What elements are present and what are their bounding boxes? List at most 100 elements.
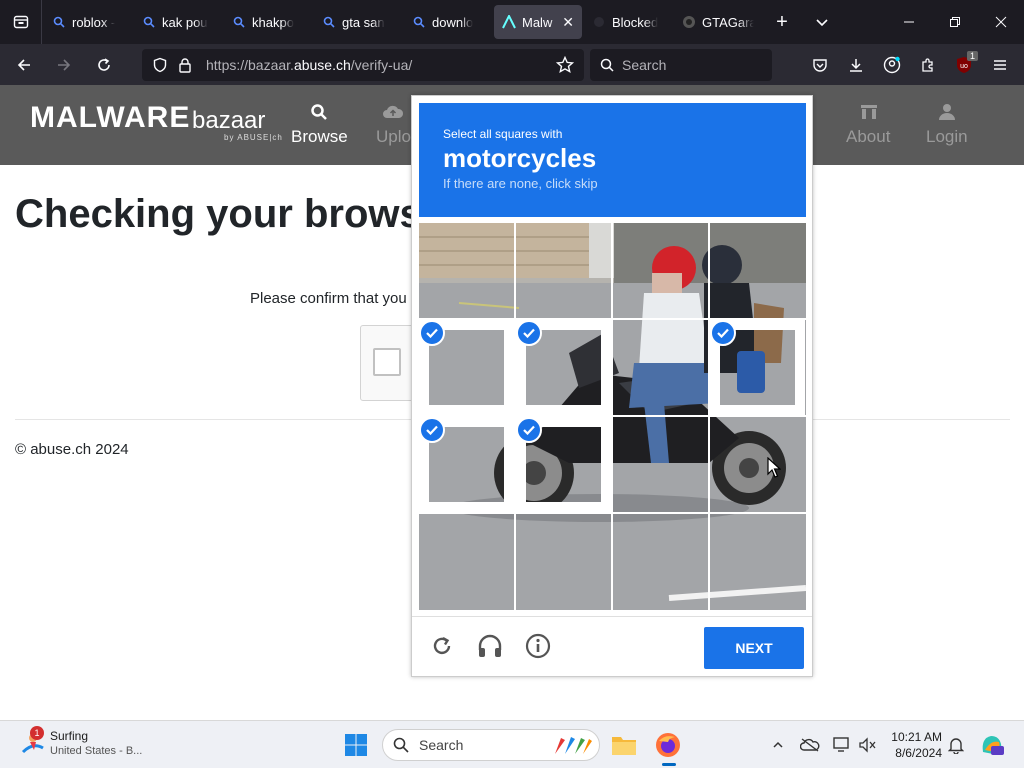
captcha-tile[interactable] bbox=[613, 223, 708, 318]
taskbar-search-input[interactable]: Search bbox=[382, 729, 600, 761]
onedrive-button[interactable] bbox=[800, 735, 820, 755]
bookmark-star-icon[interactable] bbox=[556, 56, 574, 74]
captcha-tile[interactable] bbox=[710, 514, 805, 609]
windows-start-icon bbox=[345, 734, 367, 756]
audio-challenge-button[interactable] bbox=[475, 631, 505, 661]
reload-button[interactable] bbox=[86, 49, 122, 81]
plus-icon: + bbox=[776, 10, 788, 33]
close-tab-icon[interactable]: ✕ bbox=[562, 14, 574, 31]
reload-icon bbox=[433, 636, 451, 655]
hamburger-menu-icon bbox=[994, 59, 1006, 70]
restore-button[interactable] bbox=[932, 0, 978, 44]
weather-widget[interactable]: 1 Surfing United States - B... bbox=[20, 726, 142, 763]
gtagarage-icon bbox=[682, 15, 696, 29]
nav-browse-label: Browse bbox=[291, 127, 348, 146]
tab-download[interactable]: downlo bbox=[404, 5, 492, 39]
start-button[interactable] bbox=[340, 729, 372, 761]
arrow-right-icon bbox=[58, 58, 71, 71]
windows-taskbar: 1 Surfing United States - B... Search 10… bbox=[0, 720, 1024, 768]
list-all-tabs-button[interactable] bbox=[802, 0, 842, 44]
show-hidden-icons-button[interactable] bbox=[768, 735, 788, 755]
tab-roblox[interactable]: roblox - bbox=[44, 5, 132, 39]
footer-copyright: © abuse.ch 2024 bbox=[15, 441, 129, 458]
mouse-cursor-icon bbox=[767, 457, 781, 478]
help-button[interactable] bbox=[523, 631, 553, 661]
browser-search-input[interactable]: Search bbox=[590, 49, 772, 81]
copilot-button[interactable] bbox=[976, 729, 1008, 761]
nav-login[interactable]: Login bbox=[926, 103, 968, 147]
captcha-tile[interactable] bbox=[419, 320, 514, 415]
chevron-up-icon bbox=[773, 741, 783, 748]
captcha-tile[interactable] bbox=[710, 417, 805, 512]
pocket-button[interactable] bbox=[802, 49, 838, 81]
puzzle-icon bbox=[922, 57, 933, 72]
page-title: Checking your browser bbox=[15, 192, 460, 236]
captcha-tile[interactable] bbox=[516, 417, 611, 512]
back-button[interactable] bbox=[6, 49, 42, 81]
captcha-tile[interactable] bbox=[516, 514, 611, 609]
captcha-tile[interactable] bbox=[516, 223, 611, 318]
tab-khakpo[interactable]: khakpo bbox=[224, 5, 312, 39]
captcha-tile[interactable] bbox=[419, 223, 514, 318]
next-button[interactable]: NEXT bbox=[704, 627, 804, 669]
challenge-instruction: Select all squares with bbox=[443, 127, 563, 141]
tab-malwarebazaar-active[interactable]: Malw ✕ bbox=[494, 5, 582, 39]
shield-icon[interactable] bbox=[152, 57, 168, 73]
extensions-button[interactable] bbox=[910, 49, 946, 81]
downloads-button[interactable] bbox=[838, 49, 874, 81]
confirm-text: Please confirm that you bbox=[250, 290, 407, 307]
firefox-icon bbox=[656, 733, 680, 757]
captcha-tile[interactable] bbox=[516, 320, 611, 415]
nav-browse[interactable]: Browse bbox=[291, 103, 348, 147]
nav-about-label: About bbox=[846, 127, 891, 146]
network-button[interactable] bbox=[832, 735, 852, 755]
volume-button[interactable] bbox=[858, 735, 878, 755]
captcha-tile[interactable] bbox=[419, 514, 514, 609]
captcha-tile[interactable] bbox=[710, 223, 805, 318]
search-icon bbox=[322, 15, 336, 29]
tab-label: khakpo bbox=[252, 14, 294, 30]
file-explorer-button[interactable] bbox=[608, 729, 640, 761]
nav-about[interactable]: About bbox=[846, 103, 890, 147]
search-icon bbox=[232, 15, 246, 29]
tile-selected-check-icon bbox=[710, 320, 736, 346]
captcha-tile[interactable] bbox=[613, 417, 708, 512]
clock-date: 8/6/2024 bbox=[895, 746, 942, 760]
address-bar[interactable]: https://bazaar.abuse.ch/verify-ua/ bbox=[142, 49, 584, 81]
notifications-button[interactable] bbox=[946, 735, 966, 755]
captcha-tile[interactable] bbox=[613, 320, 708, 415]
tab-gta-san[interactable]: gta san bbox=[314, 5, 402, 39]
nav-upload[interactable]: Uplo bbox=[376, 103, 411, 147]
tab-gtagarage[interactable]: GTAGara bbox=[674, 5, 762, 39]
tab-label: downlo bbox=[432, 14, 474, 30]
tab-kak-pou[interactable]: kak pou bbox=[134, 5, 222, 39]
app-menu-button[interactable] bbox=[982, 49, 1018, 81]
search-icon bbox=[412, 15, 426, 29]
forward-button[interactable] bbox=[46, 49, 82, 81]
site-logo-sub[interactable]: bazaar bbox=[192, 107, 265, 135]
site-logo[interactable]: MALWARE bbox=[30, 101, 190, 135]
challenge-header: Select all squares with motorcycles If t… bbox=[419, 103, 806, 217]
abusech-logo: by ABUSE|ch bbox=[224, 133, 283, 142]
display-icon bbox=[833, 737, 849, 752]
recaptcha-checkbox[interactable] bbox=[373, 348, 401, 376]
search-icon bbox=[600, 58, 614, 72]
taskbar-clock[interactable]: 10:21 AM 8/6/2024 bbox=[884, 729, 942, 761]
firefox-view-button[interactable] bbox=[0, 0, 42, 44]
captcha-tile[interactable] bbox=[419, 417, 514, 512]
captcha-tile[interactable] bbox=[710, 320, 805, 415]
speaker-muted-icon bbox=[859, 737, 876, 753]
url-prefix: https://bazaar. bbox=[206, 57, 294, 73]
tab-blocked[interactable]: Blocked bbox=[584, 5, 672, 39]
firefox-taskbar-button[interactable] bbox=[652, 729, 684, 766]
search-highlight-icon bbox=[555, 737, 592, 754]
reload-challenge-button[interactable] bbox=[427, 631, 457, 661]
minimize-button[interactable] bbox=[886, 0, 932, 44]
ublock-button[interactable]: uo 1 bbox=[946, 49, 982, 81]
new-tab-button[interactable]: + bbox=[762, 0, 802, 44]
account-button[interactable] bbox=[874, 49, 910, 81]
close-window-button[interactable] bbox=[978, 0, 1024, 44]
tab-label: roblox - bbox=[72, 14, 116, 30]
lock-icon[interactable] bbox=[178, 57, 192, 73]
captcha-tile[interactable] bbox=[613, 514, 708, 609]
